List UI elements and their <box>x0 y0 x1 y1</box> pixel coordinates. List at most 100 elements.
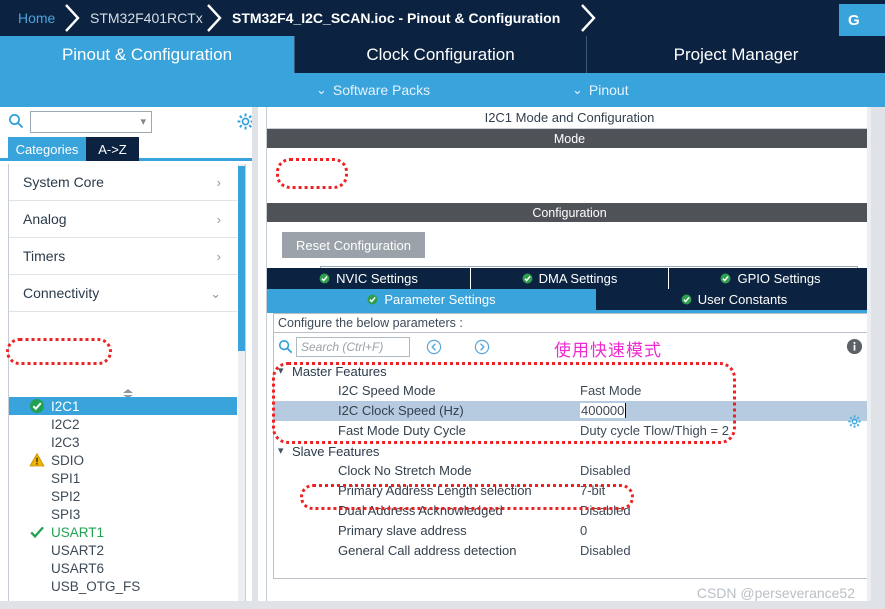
sidebar-item-usart1[interactable]: USART1 <box>9 523 237 541</box>
sidebar-item-timers[interactable]: Timers › <box>9 238 237 275</box>
param-row-i2c-speed-mode[interactable]: I2C Speed Mode Fast Mode <box>274 381 869 401</box>
param-name: Primary slave address <box>338 523 467 538</box>
check-icon <box>29 524 45 540</box>
sidebar-item-label: I2C2 <box>51 416 80 432</box>
collapse-handle[interactable] <box>117 386 139 398</box>
generate-code-button[interactable]: G <box>839 4 885 36</box>
sidebar-item-label: USART1 <box>51 524 105 540</box>
parameter-search-input[interactable]: Search (Ctrl+F) <box>296 337 410 357</box>
info-icon[interactable] <box>846 338 863 355</box>
chevron-down-icon: ⌄ <box>572 82 583 97</box>
breadcrumb-chevron-icon <box>62 1 84 35</box>
sidebar-item-label: I2C3 <box>51 434 80 450</box>
param-name: I2C Speed Mode <box>338 383 436 398</box>
param-row-fast-mode-duty-cycle[interactable]: Fast Mode Duty Cycle Duty cycle Tlow/Thi… <box>274 421 869 441</box>
param-value: Duty cycle Tlow/Thigh = 2 <box>580 423 729 438</box>
check-circle-icon <box>681 294 692 305</box>
param-row-dual-address-acknowledged[interactable]: Dual Address Acknowledged Disabled <box>274 501 869 521</box>
sidebar-item-usb-otg-fs[interactable]: USB_OTG_FS <box>9 577 237 595</box>
tab-dma-settings[interactable]: DMA Settings <box>471 268 669 289</box>
chevron-down-icon: ▾ <box>140 116 146 128</box>
param-row-clock-no-stretch-mode[interactable]: Clock No Stretch Mode Disabled <box>274 461 869 481</box>
breadcrumb-item-home[interactable]: Home <box>18 0 55 36</box>
tab-project-manager[interactable]: Project Manager <box>587 36 885 73</box>
sidebar-item-label: SPI2 <box>51 488 81 504</box>
tab-clock-configuration[interactable]: Clock Configuration <box>295 36 587 73</box>
breadcrumb-chevron-icon <box>578 1 600 35</box>
check-circle-icon <box>522 273 533 284</box>
param-name: General Call address detection <box>338 543 517 558</box>
sidebar-item-connectivity[interactable]: Connectivity ⌄ <box>9 275 237 312</box>
sidebar-item-spi1[interactable]: SPI1 <box>9 469 237 487</box>
sidebar-item-usart2[interactable]: USART2 <box>9 541 237 559</box>
sidebar-item-label: Analog <box>23 211 67 227</box>
sub-item-software-packs[interactable]: ⌄ Software Packs <box>316 73 430 107</box>
sidebar-search-row: ▾ <box>0 107 258 137</box>
tab-parameter-settings[interactable]: Parameter Settings <box>267 289 596 310</box>
param-row-primary-address-length[interactable]: Primary Address Length selection 7-bit <box>274 481 869 501</box>
tab-nvic-settings[interactable]: NVIC Settings <box>267 268 471 289</box>
sidebar-item-label: Connectivity <box>23 285 100 301</box>
check-circle-icon <box>29 398 45 414</box>
sidebar-item-sdio[interactable]: SDIO <box>9 451 237 469</box>
sidebar-item-system-core[interactable]: System Core › <box>9 164 237 201</box>
chevron-right-icon: › <box>216 211 221 227</box>
sidebar-item-spi2[interactable]: SPI2 <box>9 487 237 505</box>
param-name: Clock No Stretch Mode <box>338 463 472 478</box>
configure-hint: Configure the below parameters : <box>273 313 870 333</box>
param-value: 0 <box>580 523 588 538</box>
sidebar-item-label: SPI1 <box>51 470 81 486</box>
param-value: 7-bit <box>580 483 606 498</box>
sidebar-item-spi3[interactable]: SPI3 <box>9 505 237 523</box>
check-circle-icon <box>367 294 378 305</box>
sidebar-tab-bar: Categories A->Z <box>0 137 258 161</box>
tab-gpio-settings[interactable]: GPIO Settings <box>669 268 872 289</box>
search-prev-icon[interactable] <box>426 339 442 355</box>
breadcrumb-item-current: STM32F4_I2C_SCAN.ioc - Pinout & Configur… <box>232 10 561 26</box>
sidebar-item-label: USART2 <box>51 542 105 558</box>
group-slave-features[interactable]: ▾ Slave Features <box>274 441 869 461</box>
parameter-search-placeholder: Search (Ctrl+F) <box>301 340 384 354</box>
sidebar: ▾ Categories A->Z System Core › Analog ›… <box>0 107 258 609</box>
breadcrumb-item-mcu[interactable]: STM32F401RCTx <box>90 0 203 36</box>
reset-configuration-button[interactable]: Reset Configuration <box>282 232 425 258</box>
tab-pinout-configuration[interactable]: Pinout & Configuration <box>0 36 295 73</box>
sidebar-item-label: SPI3 <box>51 506 81 522</box>
param-value-input[interactable]: 400000 <box>580 403 627 418</box>
sidebar-item-label: I2C1 <box>51 398 80 414</box>
search-next-icon[interactable] <box>474 339 490 355</box>
tab-label: GPIO Settings <box>737 271 821 286</box>
chevron-down-icon: ⌄ <box>316 82 327 97</box>
param-value: Disabled <box>580 543 631 558</box>
sidebar-item-usart6[interactable]: USART6 <box>9 559 237 577</box>
sidebar-item-analog[interactable]: Analog › <box>9 201 237 238</box>
sidebar-search-input[interactable]: ▾ <box>30 111 152 133</box>
annotation-note: 使用快速模式 <box>554 341 662 361</box>
outer-right-gutter <box>871 107 885 609</box>
sidebar-category-list: System Core › Analog › Timers › Connecti… <box>8 164 246 604</box>
param-row-i2c-clock-speed[interactable]: I2C Clock Speed (Hz) 400000 <box>274 401 869 421</box>
sidebar-scrollbar-thumb[interactable] <box>238 166 245 351</box>
tab-user-constants[interactable]: User Constants <box>596 289 872 310</box>
tab-label: User Constants <box>697 292 788 307</box>
vertical-splitter[interactable] <box>252 107 258 609</box>
tab-a-to-z[interactable]: A->Z <box>86 137 139 161</box>
param-value: Disabled <box>580 503 631 518</box>
group-label: Master Features <box>292 363 387 379</box>
sidebar-item-i2c3[interactable]: I2C3 <box>9 433 237 451</box>
sidebar-item-label: USB_OTG_FS <box>51 578 141 594</box>
chevron-down-icon: ▾ <box>278 445 284 457</box>
sub-item-pinout[interactable]: ⌄ Pinout <box>572 73 629 107</box>
sidebar-item-i2c1[interactable]: I2C1 <box>9 397 237 415</box>
gear-icon[interactable] <box>847 414 862 429</box>
mode-band-label: Mode <box>267 129 872 148</box>
sidebar-item-label: System Core <box>23 174 104 190</box>
tab-label: NVIC Settings <box>336 271 418 286</box>
tab-categories[interactable]: Categories <box>8 137 86 161</box>
outer-bottom-gutter <box>0 601 885 609</box>
group-master-features[interactable]: ▾ Master Features <box>274 361 869 381</box>
param-row-general-call-address-detection[interactable]: General Call address detection Disabled <box>274 541 869 561</box>
param-name: Primary Address Length selection <box>338 483 532 498</box>
sidebar-item-i2c2[interactable]: I2C2 <box>9 415 237 433</box>
param-row-primary-slave-address[interactable]: Primary slave address 0 <box>274 521 869 541</box>
